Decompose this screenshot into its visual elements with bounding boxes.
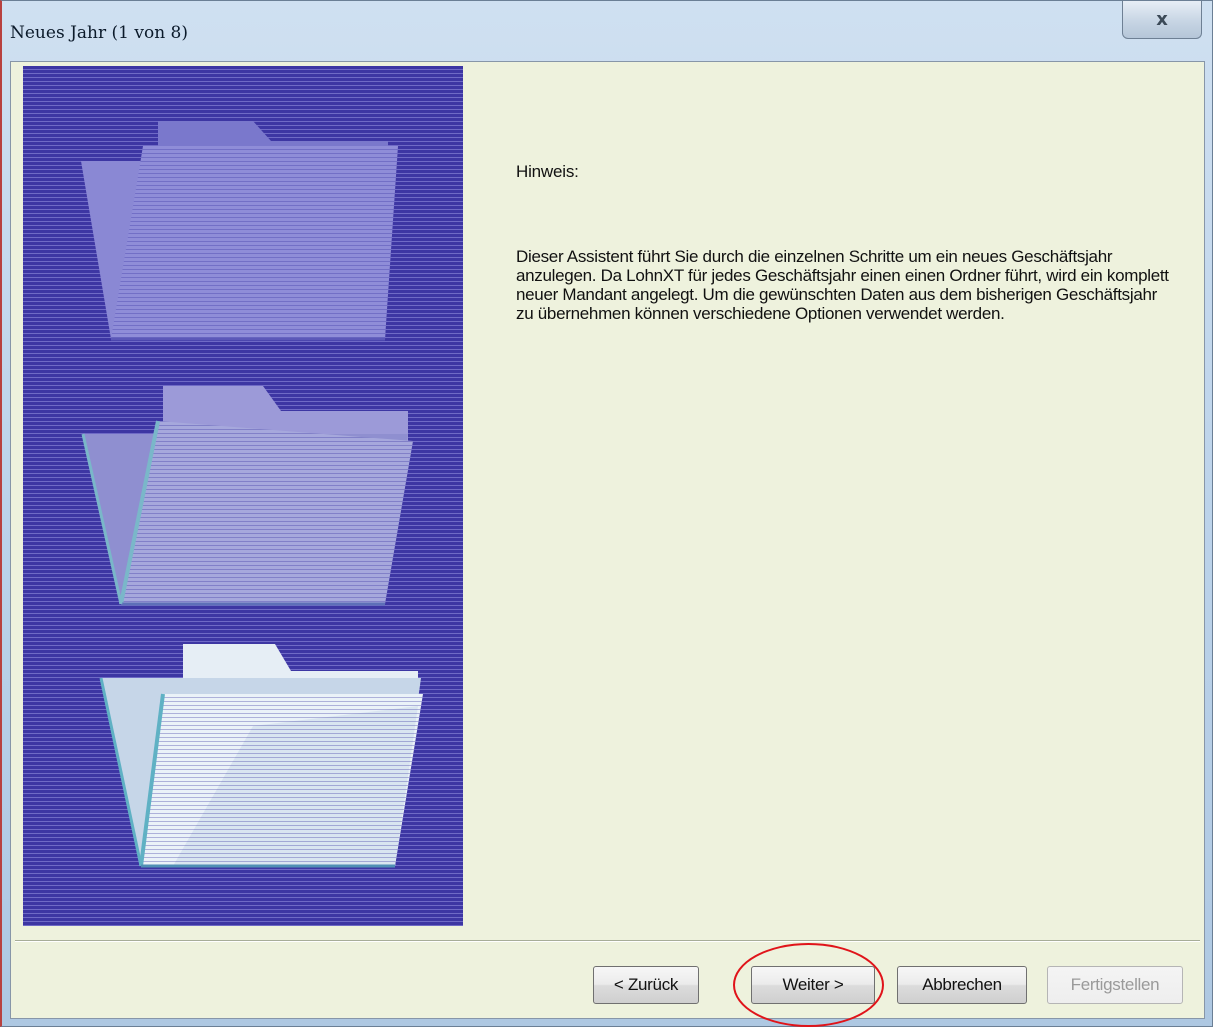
window-title: Neues Jahr (1 von 8)	[10, 23, 188, 43]
title-bar[interactable]: Neues Jahr (1 von 8) x	[2, 1, 1212, 61]
back-button[interactable]: < Zurück	[593, 966, 699, 1004]
folder-open-icon	[99, 644, 423, 868]
cancel-button[interactable]: Abbrechen	[897, 966, 1027, 1004]
wizard-page: Hinweis: Dieser Assistent führt Sie durc…	[10, 61, 1205, 1027]
hint-text: Dieser Assistent führt Sie durch die ein…	[516, 247, 1169, 323]
close-button[interactable]: x	[1122, 1, 1202, 39]
next-button[interactable]: Weiter >	[751, 966, 875, 1004]
folders-illustration	[81, 121, 423, 868]
wizard-side-panel	[23, 66, 463, 926]
hint-label: Hinweis:	[516, 162, 579, 181]
finish-button: Fertigstellen	[1047, 966, 1183, 1004]
close-icon: x	[1156, 9, 1168, 30]
folder-closed-icon	[81, 121, 398, 341]
button-divider	[15, 940, 1200, 942]
folder-half-open-icon	[81, 386, 413, 606]
wizard-window: Neues Jahr (1 von 8) x Hinweis: Dieser A…	[0, 0, 1213, 1027]
